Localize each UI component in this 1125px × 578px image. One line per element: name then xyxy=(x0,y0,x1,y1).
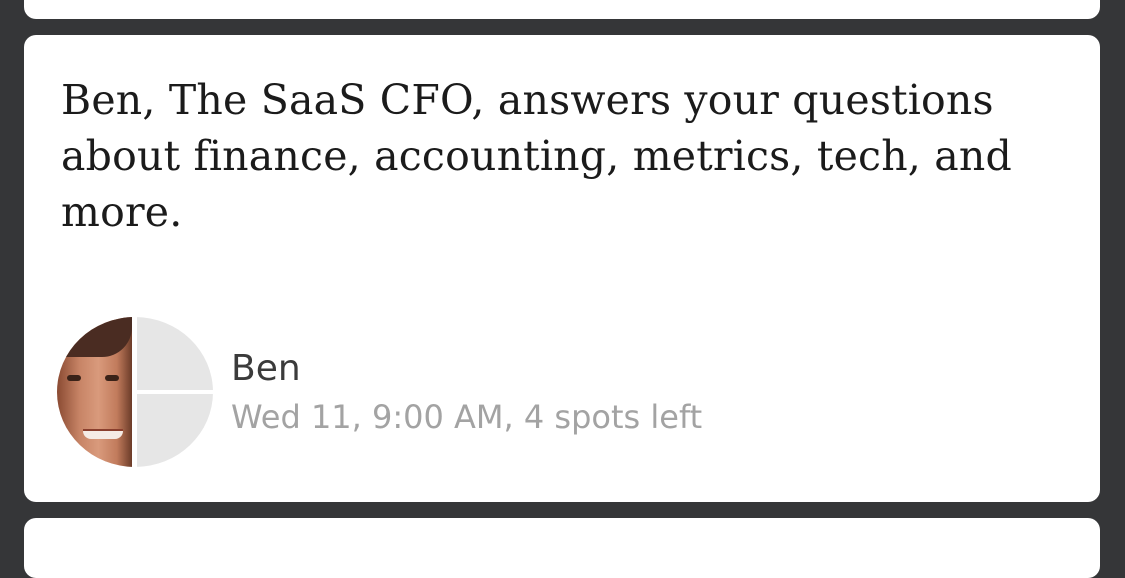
attendee-avatar-group xyxy=(57,317,213,467)
previous-event-card[interactable] xyxy=(24,0,1100,19)
session-meta: Wed 11, 9:00 AM, 4 spots left xyxy=(231,398,703,436)
empty-avatar-slot xyxy=(137,317,213,390)
host-avatar xyxy=(57,317,132,467)
empty-avatar-slot xyxy=(137,394,213,467)
host-name: Ben xyxy=(231,348,301,389)
next-event-card[interactable] xyxy=(24,518,1100,578)
event-title: Ben, The SaaS CFO, answers your question… xyxy=(61,76,1012,236)
event-card[interactable]: Ben, The SaaS CFO, answers your question… xyxy=(24,35,1100,502)
host-row: Ben Wed 11, 9:00 AM, 4 spots left xyxy=(57,317,957,467)
